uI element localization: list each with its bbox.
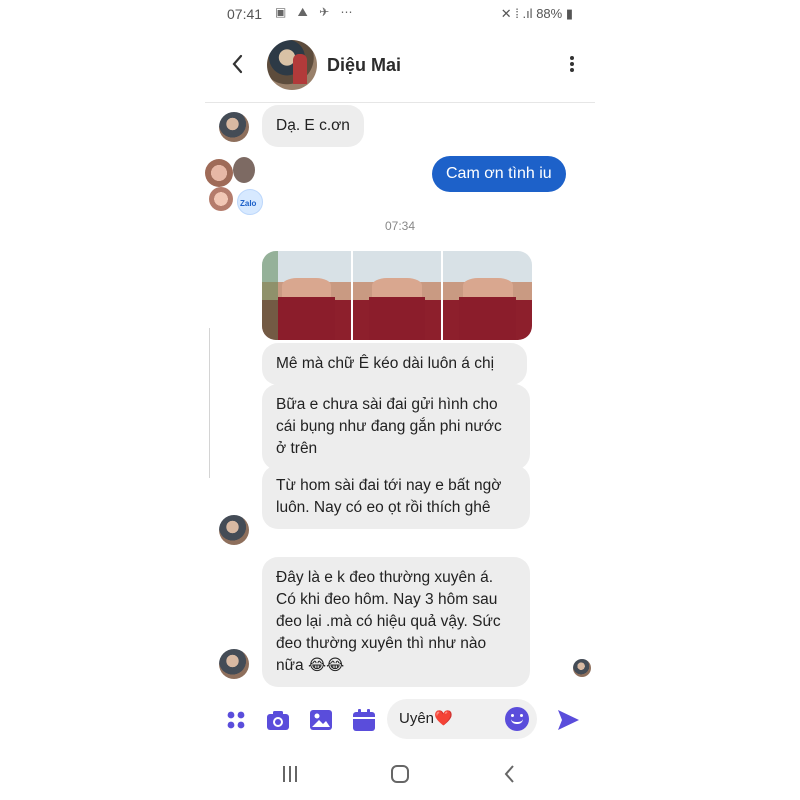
status-time: 07:41 <box>227 6 263 22</box>
message-incoming[interactable]: Đây là e k đeo thường xuyên á. Có khi đe… <box>262 557 530 687</box>
message-list: Dạ. E c.ơn Zalo Cam ơn tình iu 07:34 Mê … <box>205 103 595 687</box>
group-avatar: Zalo <box>205 153 265 219</box>
photo-thumbnail[interactable] <box>262 251 351 340</box>
message-incoming[interactable]: Bữa e chưa sài đai gửi hình cho cái bụng… <box>262 384 530 470</box>
contact-name[interactable]: Diệu Mai <box>327 55 401 76</box>
signal-icon: ✕ ⁞ .ıl <box>500 6 537 21</box>
emoji-icon[interactable] <box>505 707 529 731</box>
contact-avatar[interactable] <box>267 40 317 90</box>
notification-icons: ▣ ⛰ ✈ ⋯ <box>275 5 357 19</box>
send-icon[interactable] <box>555 707 581 733</box>
message-incoming[interactable]: Dạ. E c.ơn <box>262 105 364 147</box>
home-icon[interactable] <box>388 762 412 786</box>
sender-avatar <box>219 649 249 679</box>
message-incoming[interactable]: Từ hom sài đai tới nay e bất ngờ luôn. N… <box>262 465 530 529</box>
photo-thumbnail[interactable] <box>443 251 532 340</box>
chevron-left-icon <box>232 54 243 74</box>
chat-screen: 07:41 ▣ ⛰ ✈ ⋯ ✕ ⁞ .ıl 88% ▮ Diệu Mai Dạ.… <box>205 0 595 800</box>
photo-thumbnail[interactable] <box>352 251 442 340</box>
sender-avatar <box>219 112 249 142</box>
message-timestamp: 07:34 <box>384 219 416 233</box>
battery-icon: ▮ <box>565 6 573 21</box>
read-receipt-avatar <box>573 659 591 677</box>
system-nav-bar <box>205 750 595 800</box>
camera-icon[interactable] <box>265 707 291 733</box>
composer-bar: Uyên❤️ <box>205 695 595 745</box>
back-nav-icon[interactable] <box>498 762 522 786</box>
chat-header: Diệu Mai <box>205 32 595 103</box>
calendar-icon[interactable] <box>351 707 377 733</box>
scroll-edge <box>205 328 210 478</box>
recent-apps-icon[interactable] <box>278 762 302 786</box>
apps-grid-icon[interactable] <box>223 707 249 733</box>
back-button[interactable] <box>227 50 249 78</box>
message-outgoing[interactable]: Cam ơn tình iu <box>432 156 566 192</box>
message-incoming[interactable]: Mê mà chữ Ê kéo dài luôn á chị <box>262 343 527 385</box>
battery-level: 88% <box>536 6 563 21</box>
status-right: ✕ ⁞ .ıl 88% ▮ <box>501 6 573 22</box>
zalo-label: Zalo <box>240 199 257 208</box>
photo-attachment-group[interactable] <box>262 251 532 340</box>
more-options-icon[interactable] <box>567 54 577 76</box>
sender-avatar <box>219 515 249 545</box>
gallery-icon[interactable] <box>308 707 334 733</box>
status-bar: 07:41 ▣ ⛰ ✈ ⋯ ✕ ⁞ .ıl 88% ▮ <box>205 0 595 30</box>
